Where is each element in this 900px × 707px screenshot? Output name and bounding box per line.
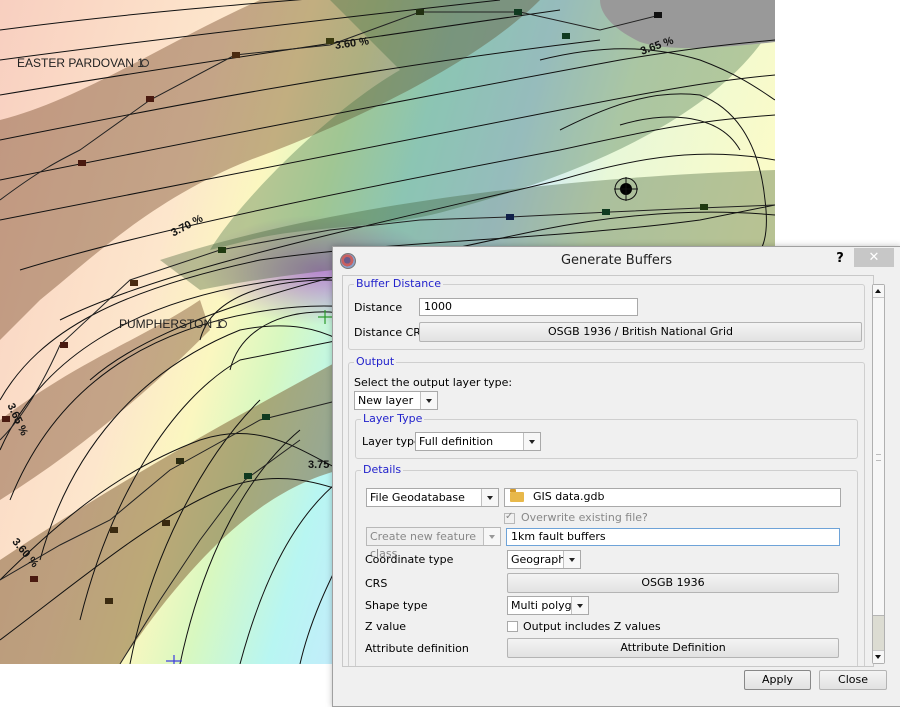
chevron-down-icon[interactable] (481, 489, 498, 506)
layer-type-group: Layer Type Layer type Full definition (355, 412, 858, 459)
distance-crs-label: Distance CRS (354, 326, 428, 339)
z-value-label: Z value (365, 620, 407, 633)
scroll-track[interactable] (873, 298, 884, 651)
scroll-thumb[interactable] (873, 298, 884, 616)
coordinate-type-select[interactable]: Geographic (507, 550, 581, 569)
crs-label: CRS (365, 577, 388, 590)
well-label: PUMPHERSTON 1 (119, 317, 223, 331)
group-title: Output (354, 355, 397, 368)
shape-type-select[interactable]: Multi polygon (507, 596, 589, 615)
well-label: EASTER PARDOVAN 1 (17, 56, 144, 70)
output-group: Output Select the output layer type: New… (348, 355, 865, 666)
select-value: File Geodatabase (370, 491, 465, 504)
help-button[interactable]: ? (833, 249, 847, 269)
select-value: Full definition (419, 435, 494, 448)
scroll-up-arrow-icon[interactable] (873, 285, 884, 298)
chevron-down-icon[interactable] (563, 551, 580, 568)
group-title: Buffer Distance (354, 277, 443, 290)
z-values-checkbox-label: Output includes Z values (523, 620, 661, 633)
chevron-down-icon[interactable] (523, 433, 540, 450)
layer-type-select[interactable]: Full definition (415, 432, 541, 451)
details-group: Details File Geodatabase GIS data.gdb Ov… (355, 463, 858, 666)
z-values-checkbox[interactable] (507, 621, 518, 632)
folder-icon[interactable] (510, 489, 524, 502)
generate-buffers-dialog: Generate Buffers ? ✕ Buffer Distance Dis… (332, 246, 900, 707)
format-select[interactable]: File Geodatabase (366, 488, 499, 507)
distance-label: Distance (354, 301, 403, 314)
attribute-definition-label: Attribute definition (365, 642, 469, 655)
attribute-definition-button[interactable]: Attribute Definition (507, 638, 839, 658)
select-value: New layer (358, 394, 414, 407)
group-title: Layer Type (361, 412, 425, 425)
crs-button[interactable]: OSGB 1936 (507, 573, 839, 593)
chevron-down-icon[interactable] (420, 392, 437, 409)
file-path-input[interactable]: GIS data.gdb (504, 488, 841, 507)
contour-label: 3.75 (308, 459, 330, 471)
overwrite-label: Overwrite existing file? (521, 511, 648, 524)
close-icon[interactable]: ✕ (854, 248, 894, 267)
file-path-value: GIS data.gdb (533, 490, 605, 503)
distance-crs-button[interactable]: OSGB 1936 / British National Grid (419, 322, 862, 342)
coordinate-type-label: Coordinate type (365, 553, 454, 566)
shape-type-label: Shape type (365, 599, 428, 612)
grip-icon (876, 454, 881, 461)
output-layer-type-select[interactable]: New layer (354, 391, 438, 410)
output-type-label: Select the output layer type: (354, 376, 513, 389)
feature-class-mode-select[interactable]: Create new feature class (366, 527, 501, 560)
overwrite-checkbox[interactable] (504, 511, 515, 524)
title-bar[interactable]: Generate Buffers ? ✕ (333, 247, 900, 275)
group-title: Details (361, 463, 404, 476)
vertical-scrollbar[interactable] (872, 284, 885, 664)
dialog-content: Buffer Distance Distance 1000 Distance C… (342, 275, 874, 667)
close-button[interactable]: Close (819, 670, 887, 690)
scroll-down-arrow-icon[interactable] (873, 650, 884, 663)
apply-button[interactable]: Apply (744, 670, 811, 690)
dialog-title: Generate Buffers (560, 253, 673, 268)
layer-type-label: Layer type (362, 435, 421, 448)
feature-class-name-input[interactable]: 1km fault buffers (506, 528, 840, 546)
distance-input[interactable]: 1000 (419, 298, 638, 316)
chevron-down-icon[interactable] (571, 597, 588, 614)
chevron-down-icon[interactable] (483, 528, 500, 545)
buffer-distance-group: Buffer Distance Distance 1000 Distance C… (348, 277, 865, 350)
